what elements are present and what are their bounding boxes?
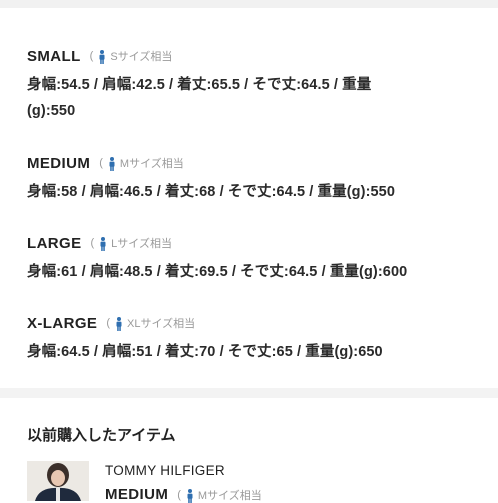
- size-equivalent: Lサイズ相当: [111, 238, 172, 250]
- section-title-purchased: 以前購入したアイテム: [27, 427, 176, 444]
- purchased-item-size: MEDIUM ( Mサイズ相当: [105, 486, 262, 503]
- size-header: X-LARGE ( XLサイズ相当: [27, 313, 477, 333]
- person-icon: [100, 237, 106, 251]
- size-equivalent: XLサイズ相当: [126, 318, 196, 330]
- person-icon: [187, 488, 193, 503]
- size-measurements: 身幅:61 / 肩幅:48.5 / 着丈:69.5 / そで丈:64.5 / 重…: [27, 264, 408, 280]
- paren-open: (: [89, 50, 94, 62]
- product-thumbnail[interactable]: [27, 461, 89, 501]
- size-measurements: 身幅:54.5 / 肩幅:42.5 / 着丈:65.5 / そで丈:64.5 /…: [27, 77, 372, 119]
- size-header: SMALL ( Sサイズ相当: [27, 46, 477, 66]
- size-block-x-large: X-LARGE ( XLサイズ相当 身幅:64.5 / 肩幅:51 / 着丈:7…: [27, 313, 477, 365]
- size-measurements: 身幅:58 / 肩幅:46.5 / 着丈:68 / そで丈:64.5 / 重量(…: [27, 184, 395, 200]
- size-measurements: 身幅:64.5 / 肩幅:51 / 着丈:70 / そで丈:65 / 重量(g)…: [27, 344, 383, 360]
- person-icon: [99, 50, 105, 64]
- product-brand[interactable]: TOMMY HILFIGER: [105, 463, 225, 478]
- size-block-medium: MEDIUM ( Mサイズ相当 身幅:58 / 肩幅:46.5 / 着丈:68 …: [27, 153, 477, 205]
- size-name: SMALL: [27, 47, 81, 65]
- size-header: LARGE ( Lサイズ相当: [27, 233, 477, 253]
- person-icon: [116, 317, 122, 331]
- paren-open: (: [99, 157, 103, 169]
- size-name: X-LARGE: [27, 314, 98, 332]
- size-equivalent: Mサイズ相当: [197, 489, 262, 502]
- section-divider: [0, 388, 498, 398]
- size-name: MEDIUM: [27, 154, 91, 172]
- size-name: LARGE: [27, 234, 82, 252]
- size-header: MEDIUM ( Mサイズ相当: [27, 153, 477, 173]
- person-icon: [109, 157, 115, 171]
- size-name: MEDIUM: [105, 486, 169, 503]
- product-image: [27, 461, 89, 501]
- paren-open: (: [90, 237, 95, 249]
- paren-open: (: [106, 317, 110, 329]
- size-block-large: LARGE ( Lサイズ相当 身幅:61 / 肩幅:48.5 / 着丈:69.5…: [27, 233, 477, 285]
- size-block-small: SMALL ( Sサイズ相当 身幅:54.5 / 肩幅:42.5 / 着丈:65…: [27, 46, 477, 124]
- top-band: [0, 0, 498, 8]
- size-equivalent: Mサイズ相当: [119, 158, 184, 170]
- paren-open: (: [177, 488, 181, 501]
- size-equivalent: Sサイズ相当: [110, 51, 173, 63]
